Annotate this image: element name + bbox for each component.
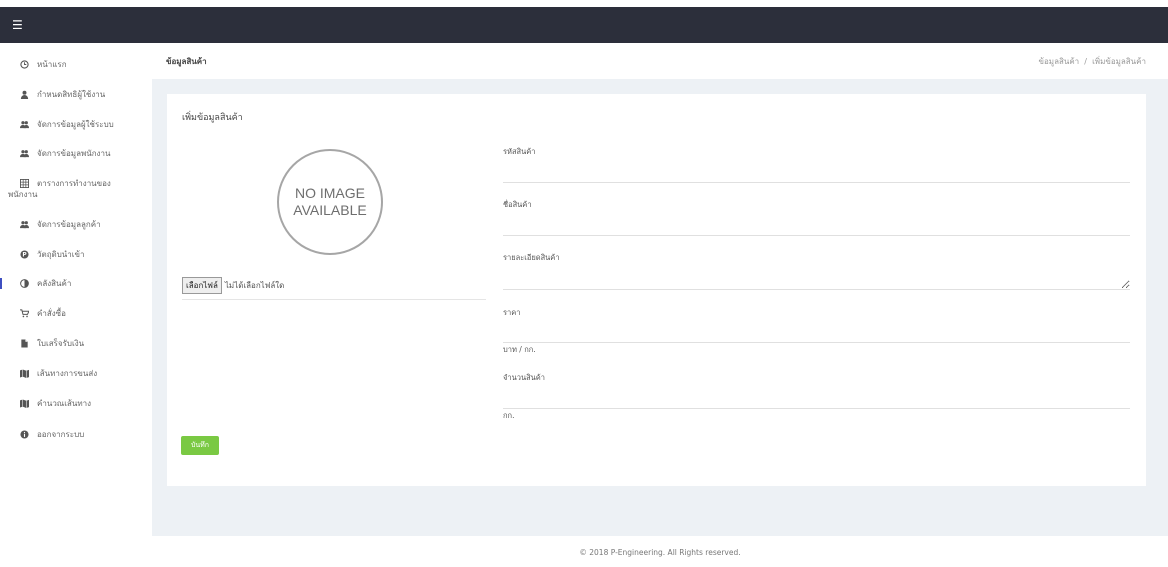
divider bbox=[503, 235, 1130, 236]
price-unit: บาท / กก. bbox=[503, 345, 536, 354]
sidebar-item-schedule[interactable]: ตารางการทำงานของพนักงาน bbox=[0, 178, 130, 200]
sidebar-item-label: จัดการข้อมูลลูกค้า bbox=[37, 220, 101, 229]
price-input[interactable] bbox=[503, 325, 1130, 341]
product-image-placeholder: NO IMAGE AVAILABLE bbox=[277, 149, 383, 255]
product-code-label: รหัสสินค้า bbox=[503, 147, 536, 156]
sidebar-item-receipts[interactable]: ใบเสร็จรับเงิน bbox=[0, 338, 152, 349]
sidebar-item-home[interactable]: หน้าแรก bbox=[0, 59, 152, 70]
page-header: ข้อมูลสินค้า ข้อมูลสินค้า / เพิ่มข้อมูลส… bbox=[152, 43, 1168, 80]
map-icon bbox=[19, 398, 30, 409]
divider bbox=[503, 408, 1130, 409]
sidebar-item-calc-route[interactable]: คำนวณเส้นทาง bbox=[0, 398, 152, 409]
footer-copyright: © 2018 P-Engineering. All Rights reserve… bbox=[579, 548, 741, 557]
user-icon bbox=[19, 89, 30, 100]
quantity-label: จำนวนสินค้า bbox=[503, 373, 546, 382]
sidebar-item-label: คำสั่งซื้อ bbox=[37, 309, 66, 318]
sidebar-item-label: คำนวณเส้นทาง bbox=[37, 399, 91, 408]
quantity-input[interactable] bbox=[503, 391, 1130, 407]
sidebar: หน้าแรก กำหนดสิทธิผู้ใช้งาน จัดการข้อมูล… bbox=[0, 43, 152, 567]
sidebar-item-label: คลังสินค้า bbox=[37, 279, 72, 288]
svg-text:P: P bbox=[22, 253, 27, 259]
clock-icon bbox=[19, 59, 30, 70]
file-input: เลือกไฟล์ ไม่ได้เลือกไฟล์ใด bbox=[182, 277, 486, 300]
sidebar-item-label: กำหนดสิทธิผู้ใช้งาน bbox=[37, 90, 106, 99]
sidebar-item-label: จัดการข้อมูลผู้ใช้ระบบ bbox=[37, 120, 114, 129]
table-icon bbox=[19, 178, 30, 189]
sidebar-item-logout[interactable]: ออกจากระบบ bbox=[0, 429, 152, 440]
breadcrumb-separator: / bbox=[1084, 57, 1087, 66]
map-icon bbox=[19, 368, 30, 379]
price-label: ราคา bbox=[503, 308, 521, 317]
pie-chart-icon bbox=[19, 278, 30, 289]
choose-file-button[interactable]: เลือกไฟล์ bbox=[182, 277, 222, 294]
product-code-input[interactable] bbox=[503, 165, 1130, 181]
quantity-unit: กก. bbox=[503, 411, 515, 420]
users-icon bbox=[19, 219, 30, 230]
no-image-line-1: NO IMAGE bbox=[294, 185, 365, 201]
breadcrumb-link-products[interactable]: ข้อมูลสินค้า bbox=[1039, 57, 1080, 66]
sidebar-item-materials[interactable]: P วัตถุดิบนำเข้า bbox=[0, 249, 152, 260]
hamburger-icon[interactable]: ☰ bbox=[12, 19, 23, 31]
sidebar-item-permissions[interactable]: กำหนดสิทธิผู้ใช้งาน bbox=[0, 89, 152, 100]
file-status: ไม่ได้เลือกไฟล์ใด bbox=[224, 281, 285, 290]
breadcrumb: ข้อมูลสินค้า / เพิ่มข้อมูลสินค้า bbox=[1039, 55, 1146, 68]
product-detail-label: รายละเอียดสินค้า bbox=[503, 253, 560, 262]
info-icon bbox=[19, 429, 30, 440]
sidebar-item-employees[interactable]: จัดการข้อมูลพนักงาน bbox=[0, 148, 152, 159]
product-detail-textarea[interactable] bbox=[503, 267, 1130, 290]
sidebar-item-label: หน้าแรก bbox=[37, 60, 67, 69]
sidebar-item-system-users[interactable]: จัดการข้อมูลผู้ใช้ระบบ bbox=[0, 119, 152, 130]
sidebar-item-customers[interactable]: จัดการข้อมูลลูกค้า bbox=[0, 219, 152, 230]
no-image-line-2: AVAILABLE bbox=[293, 202, 367, 218]
file-icon bbox=[19, 338, 30, 349]
sidebar-item-label: เส้นทางการขนส่ง bbox=[37, 369, 98, 378]
form-title: เพิ่มข้อมูลสินค้า bbox=[182, 113, 243, 123]
sidebar-item-orders[interactable]: คำสั่งซื้อ bbox=[0, 308, 152, 319]
sidebar-item-warehouse[interactable]: คลังสินค้า bbox=[0, 278, 152, 289]
sidebar-item-routes[interactable]: เส้นทางการขนส่ง bbox=[0, 368, 152, 379]
breadcrumb-current: เพิ่มข้อมูลสินค้า bbox=[1092, 57, 1146, 66]
sidebar-item-label: วัตถุดิบนำเข้า bbox=[37, 250, 85, 259]
sidebar-item-label: ใบเสร็จรับเงิน bbox=[37, 339, 85, 348]
sidebar-item-label: จัดการข้อมูลพนักงาน bbox=[37, 149, 111, 158]
divider bbox=[503, 182, 1130, 183]
users-icon bbox=[19, 119, 30, 130]
parking-icon: P bbox=[19, 249, 30, 260]
cart-icon bbox=[19, 308, 30, 319]
product-name-label: ชื่อสินค้า bbox=[503, 200, 532, 209]
product-name-input[interactable] bbox=[503, 218, 1130, 234]
footer: © 2018 P-Engineering. All Rights reserve… bbox=[152, 536, 1168, 567]
top-navbar: ☰ bbox=[0, 7, 1168, 43]
sidebar-item-label: ออกจากระบบ bbox=[37, 430, 85, 439]
users-icon bbox=[19, 148, 30, 159]
save-button[interactable]: บันทึก bbox=[181, 436, 219, 455]
divider bbox=[503, 342, 1130, 343]
page-title: ข้อมูลสินค้า bbox=[166, 57, 207, 66]
